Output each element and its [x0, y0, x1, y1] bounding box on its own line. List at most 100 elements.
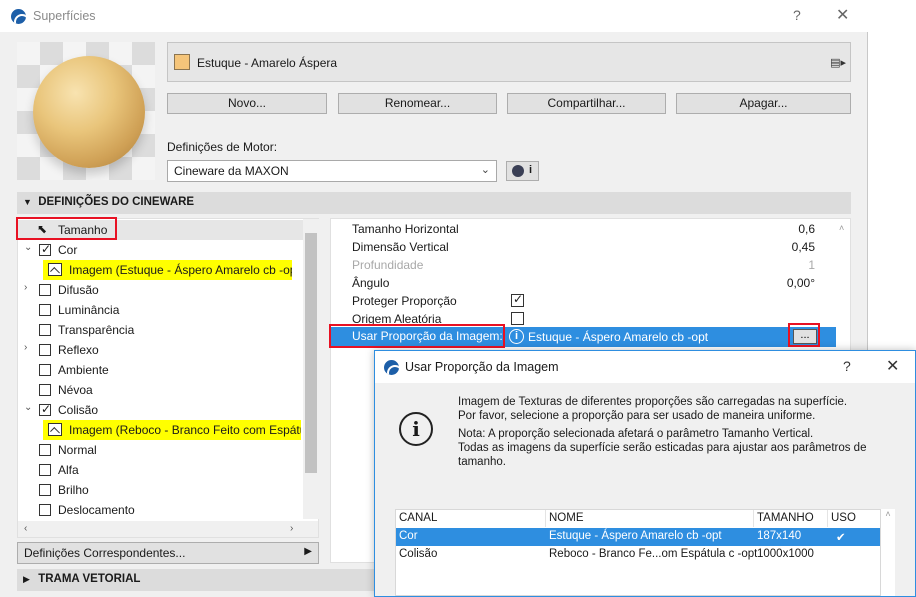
checkbox-luminancia[interactable] [39, 304, 51, 316]
dialog-message-2: Por favor, selecione a proporção para se… [458, 410, 816, 422]
tree-item-brilho[interactable]: Brilho [18, 480, 304, 500]
random-origin-checkbox[interactable] [511, 312, 524, 325]
dialog-help-button[interactable]: ? [843, 358, 851, 374]
param-row-protect-ratio[interactable]: Proteger Proporção [331, 292, 837, 310]
table-scrollbar[interactable]: ˄ [881, 509, 895, 596]
param-value[interactable]: 0,45 [792, 240, 815, 254]
triangle-down-icon: ▼ [23, 197, 32, 207]
tree-item-transparencia[interactable]: Transparência [18, 320, 304, 340]
section-cineware-label: DEFINIÇÕES DO CINEWARE [38, 196, 195, 208]
param-label: Proteger Proporção [352, 294, 457, 308]
checkbox-brilho[interactable] [39, 484, 51, 496]
dialog-close-button[interactable]: ✕ [886, 356, 899, 376]
checkbox-deslocamento[interactable] [39, 504, 51, 516]
section-cineware[interactable]: ▼ DEFINIÇÕES DO CINEWARE [17, 192, 851, 214]
chevron-down-icon: ⌄ [480, 164, 490, 176]
chevron-up-icon[interactable]: ˄ [885, 509, 890, 519]
chevron-down-icon[interactable]: ⌄ [24, 242, 32, 253]
tree-item-alfa[interactable]: Alfa [18, 460, 304, 480]
param-value: 1 [808, 258, 815, 272]
tree-item-label: Cor [58, 243, 78, 257]
surface-menu-icon[interactable]: ▤▸ [830, 56, 846, 69]
cell-tamanho: 1000x1000 [757, 548, 814, 560]
param-row-horizontal-size[interactable]: Tamanho Horizontal 0,6 [331, 220, 837, 238]
param-label: Ângulo [352, 276, 390, 290]
checkbox-ambiente[interactable] [39, 364, 51, 376]
chevron-up-icon[interactable]: ˄ [839, 223, 844, 233]
share-button[interactable]: Compartilhar... [507, 93, 666, 114]
protect-ratio-checkbox[interactable] [511, 292, 524, 307]
engine-select[interactable]: Cineware da MAXON ⌄ [167, 160, 497, 182]
column-header-uso[interactable]: USO [828, 510, 880, 527]
chevron-down-icon[interactable]: ⌄ [24, 402, 32, 413]
checkbox-alfa[interactable] [39, 464, 51, 476]
surface-selector[interactable]: Estuque - Amarelo Áspera ▤▸ [167, 42, 851, 82]
column-header-canal[interactable]: CANAL [396, 510, 546, 527]
texture-item-cor[interactable]: Imagem (Estuque - Áspero Amarelo cb -opt… [43, 260, 292, 280]
checkbox-reflexo[interactable] [39, 344, 51, 356]
checkbox-transparencia[interactable] [39, 324, 51, 336]
checkbox-nevoa[interactable] [39, 384, 51, 396]
window-title: Superfícies [33, 9, 96, 23]
chevron-left-icon[interactable]: ‹ [24, 523, 27, 534]
chevron-right-icon[interactable]: › [24, 342, 27, 353]
image-ratio-dialog: Usar Proporção da Imagem ? ✕ i Imagem de… [374, 350, 916, 597]
dialog-title: Usar Proporção da Imagem [405, 360, 559, 374]
chevron-right-icon[interactable]: › [24, 282, 27, 293]
checkbox-cor[interactable] [39, 242, 51, 256]
column-header-nome[interactable]: NOME [546, 510, 754, 527]
tree-item-normal[interactable]: Normal [18, 440, 304, 460]
checkbox-colisao[interactable] [39, 402, 51, 416]
preview-sphere [33, 56, 145, 168]
param-row-angle[interactable]: Ângulo 0,00° [331, 274, 837, 292]
tree-horizontal-scrollbar[interactable]: ‹ › [18, 521, 318, 537]
tree-item-deslocamento[interactable]: Deslocamento [18, 500, 304, 520]
tree-item-cor[interactable]: ⌄ Cor [18, 240, 304, 260]
tree-item-label: Colisão [58, 403, 99, 417]
tree-vertical-scrollbar[interactable] [303, 219, 319, 519]
column-header-tamanho[interactable]: TAMANHO [754, 510, 828, 527]
tree-item-label: Transparência [58, 323, 135, 337]
tree-item-difusao[interactable]: › Difusão [18, 280, 304, 300]
callout-use-ratio [329, 324, 505, 348]
tree-item-nevoa[interactable]: Névoa [18, 380, 304, 400]
triangle-right-icon: ▶ [304, 546, 312, 557]
surface-swatch [174, 54, 190, 70]
close-button[interactable]: ✕ [836, 5, 849, 25]
param-row-vertical-dimension[interactable]: Dimensão Vertical 0,45 [331, 238, 837, 256]
info-icon: i [509, 329, 524, 344]
image-ratio-value: Estuque - Áspero Amarelo cb -opt [528, 330, 709, 344]
param-value[interactable]: 0,00° [787, 276, 815, 290]
dialog-message-1: Imagem de Texturas de diferentes proporç… [458, 396, 848, 408]
cell-canal: Colisão [399, 548, 438, 560]
help-button[interactable]: ? [793, 7, 801, 23]
checkbox-difusao[interactable] [39, 284, 51, 296]
engine-label: Definições de Motor: [167, 140, 278, 154]
table-row[interactable]: Cor Estuque - Áspero Amarelo cb -opt 187… [396, 528, 880, 546]
tree-item-ambiente[interactable]: Ambiente [18, 360, 304, 380]
tree-item-reflexo[interactable]: › Reflexo [18, 340, 304, 360]
tree-item-colisao[interactable]: ⌄ Colisão [18, 400, 304, 420]
archicad-logo-icon [11, 9, 26, 24]
chevron-right-icon[interactable]: › [290, 523, 293, 534]
rename-button[interactable]: Renomear... [338, 93, 497, 114]
scrollbar-thumb[interactable] [305, 233, 317, 473]
engine-info-button[interactable]: i [506, 161, 539, 181]
tree-item-luminancia[interactable]: Luminância [18, 300, 304, 320]
info-icon: i [399, 412, 433, 446]
table-row[interactable]: Colisão Reboco - Branco Fe...om Espátula… [396, 546, 880, 564]
param-value[interactable]: 0,6 [798, 222, 815, 236]
correspondentes-button[interactable]: Definições Correspondentes... ▶ [17, 542, 319, 564]
dialog-body: i Imagem de Texturas de diferentes propo… [375, 383, 915, 596]
checkbox-normal[interactable] [39, 444, 51, 456]
texture-item-colisao[interactable]: Imagem (Reboco - Branco Feito com Espátu… [43, 420, 301, 440]
new-button[interactable]: Novo... [167, 93, 327, 114]
param-label: Dimensão Vertical [352, 240, 449, 254]
texture-label: Imagem (Estuque - Áspero Amarelo cb -opt… [69, 263, 292, 277]
tree-item-label: Normal [58, 443, 97, 457]
tree-item-label: Alfa [58, 463, 79, 477]
delete-button[interactable]: Apagar... [676, 93, 851, 114]
surface-name: Estuque - Amarelo Áspera [197, 56, 338, 70]
channels-table: CANAL NOME TAMANHO USO Cor Estuque - Ásp… [395, 509, 881, 596]
texture-label: Imagem (Reboco - Branco Feito com Espátu… [69, 423, 301, 437]
